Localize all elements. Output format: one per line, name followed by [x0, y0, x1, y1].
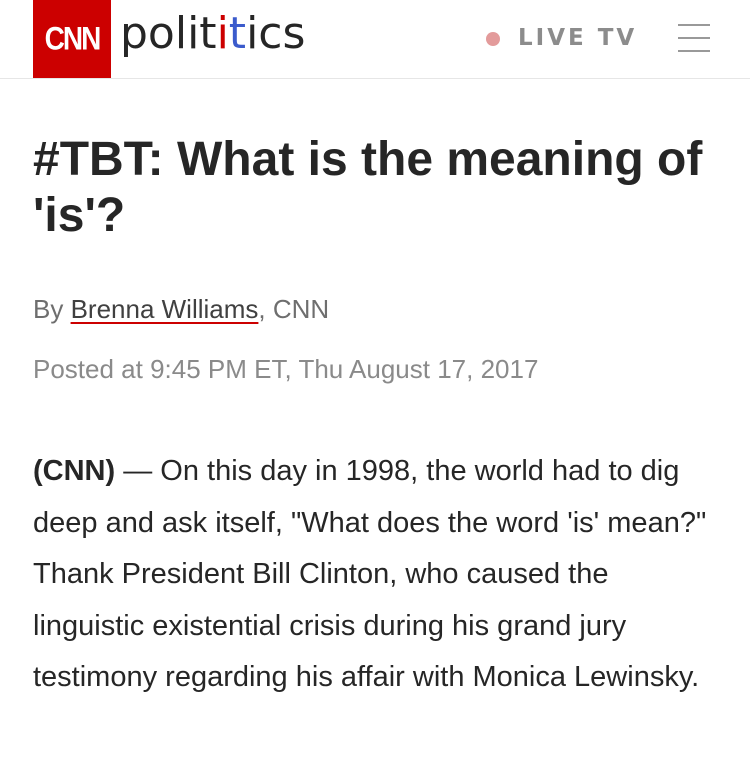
cnn-logo[interactable]: CNN	[33, 0, 111, 78]
menu-bar	[678, 50, 710, 52]
live-indicator-dot-icon	[486, 32, 500, 46]
section-name-politics[interactable]: polititics	[120, 8, 305, 59]
logo-text: CNN	[44, 20, 102, 57]
article-headline: #TBT: What is the meaning of 'is'?	[33, 133, 703, 242]
site-header: CNN polititics LIVE TV	[0, 0, 750, 79]
article-timestamp: Posted at 9:45 PM ET, Thu August 17, 201…	[33, 354, 539, 384]
section-name-part: polit	[120, 8, 217, 59]
live-tv-link[interactable]: LIVE TV	[518, 25, 637, 51]
article-body-paragraph: (CNN) — On this day in 1998, the world h…	[33, 446, 723, 704]
author-link[interactable]: Brenna Williams	[71, 294, 259, 324]
section-name-part: t	[228, 8, 247, 59]
byline-suffix: , CNN	[258, 294, 330, 324]
section-name-part: i	[216, 8, 229, 59]
menu-bar	[678, 24, 710, 26]
article-body-text: — On this day in 1998, the world had to …	[33, 455, 707, 693]
hamburger-menu-icon[interactable]	[678, 22, 710, 54]
byline-prefix: By	[33, 294, 71, 324]
menu-bar	[678, 37, 710, 39]
section-name-part: ics	[246, 8, 306, 59]
article-byline: By Brenna Williams, CNN	[33, 294, 329, 325]
article-dateline: (CNN)	[33, 455, 116, 487]
